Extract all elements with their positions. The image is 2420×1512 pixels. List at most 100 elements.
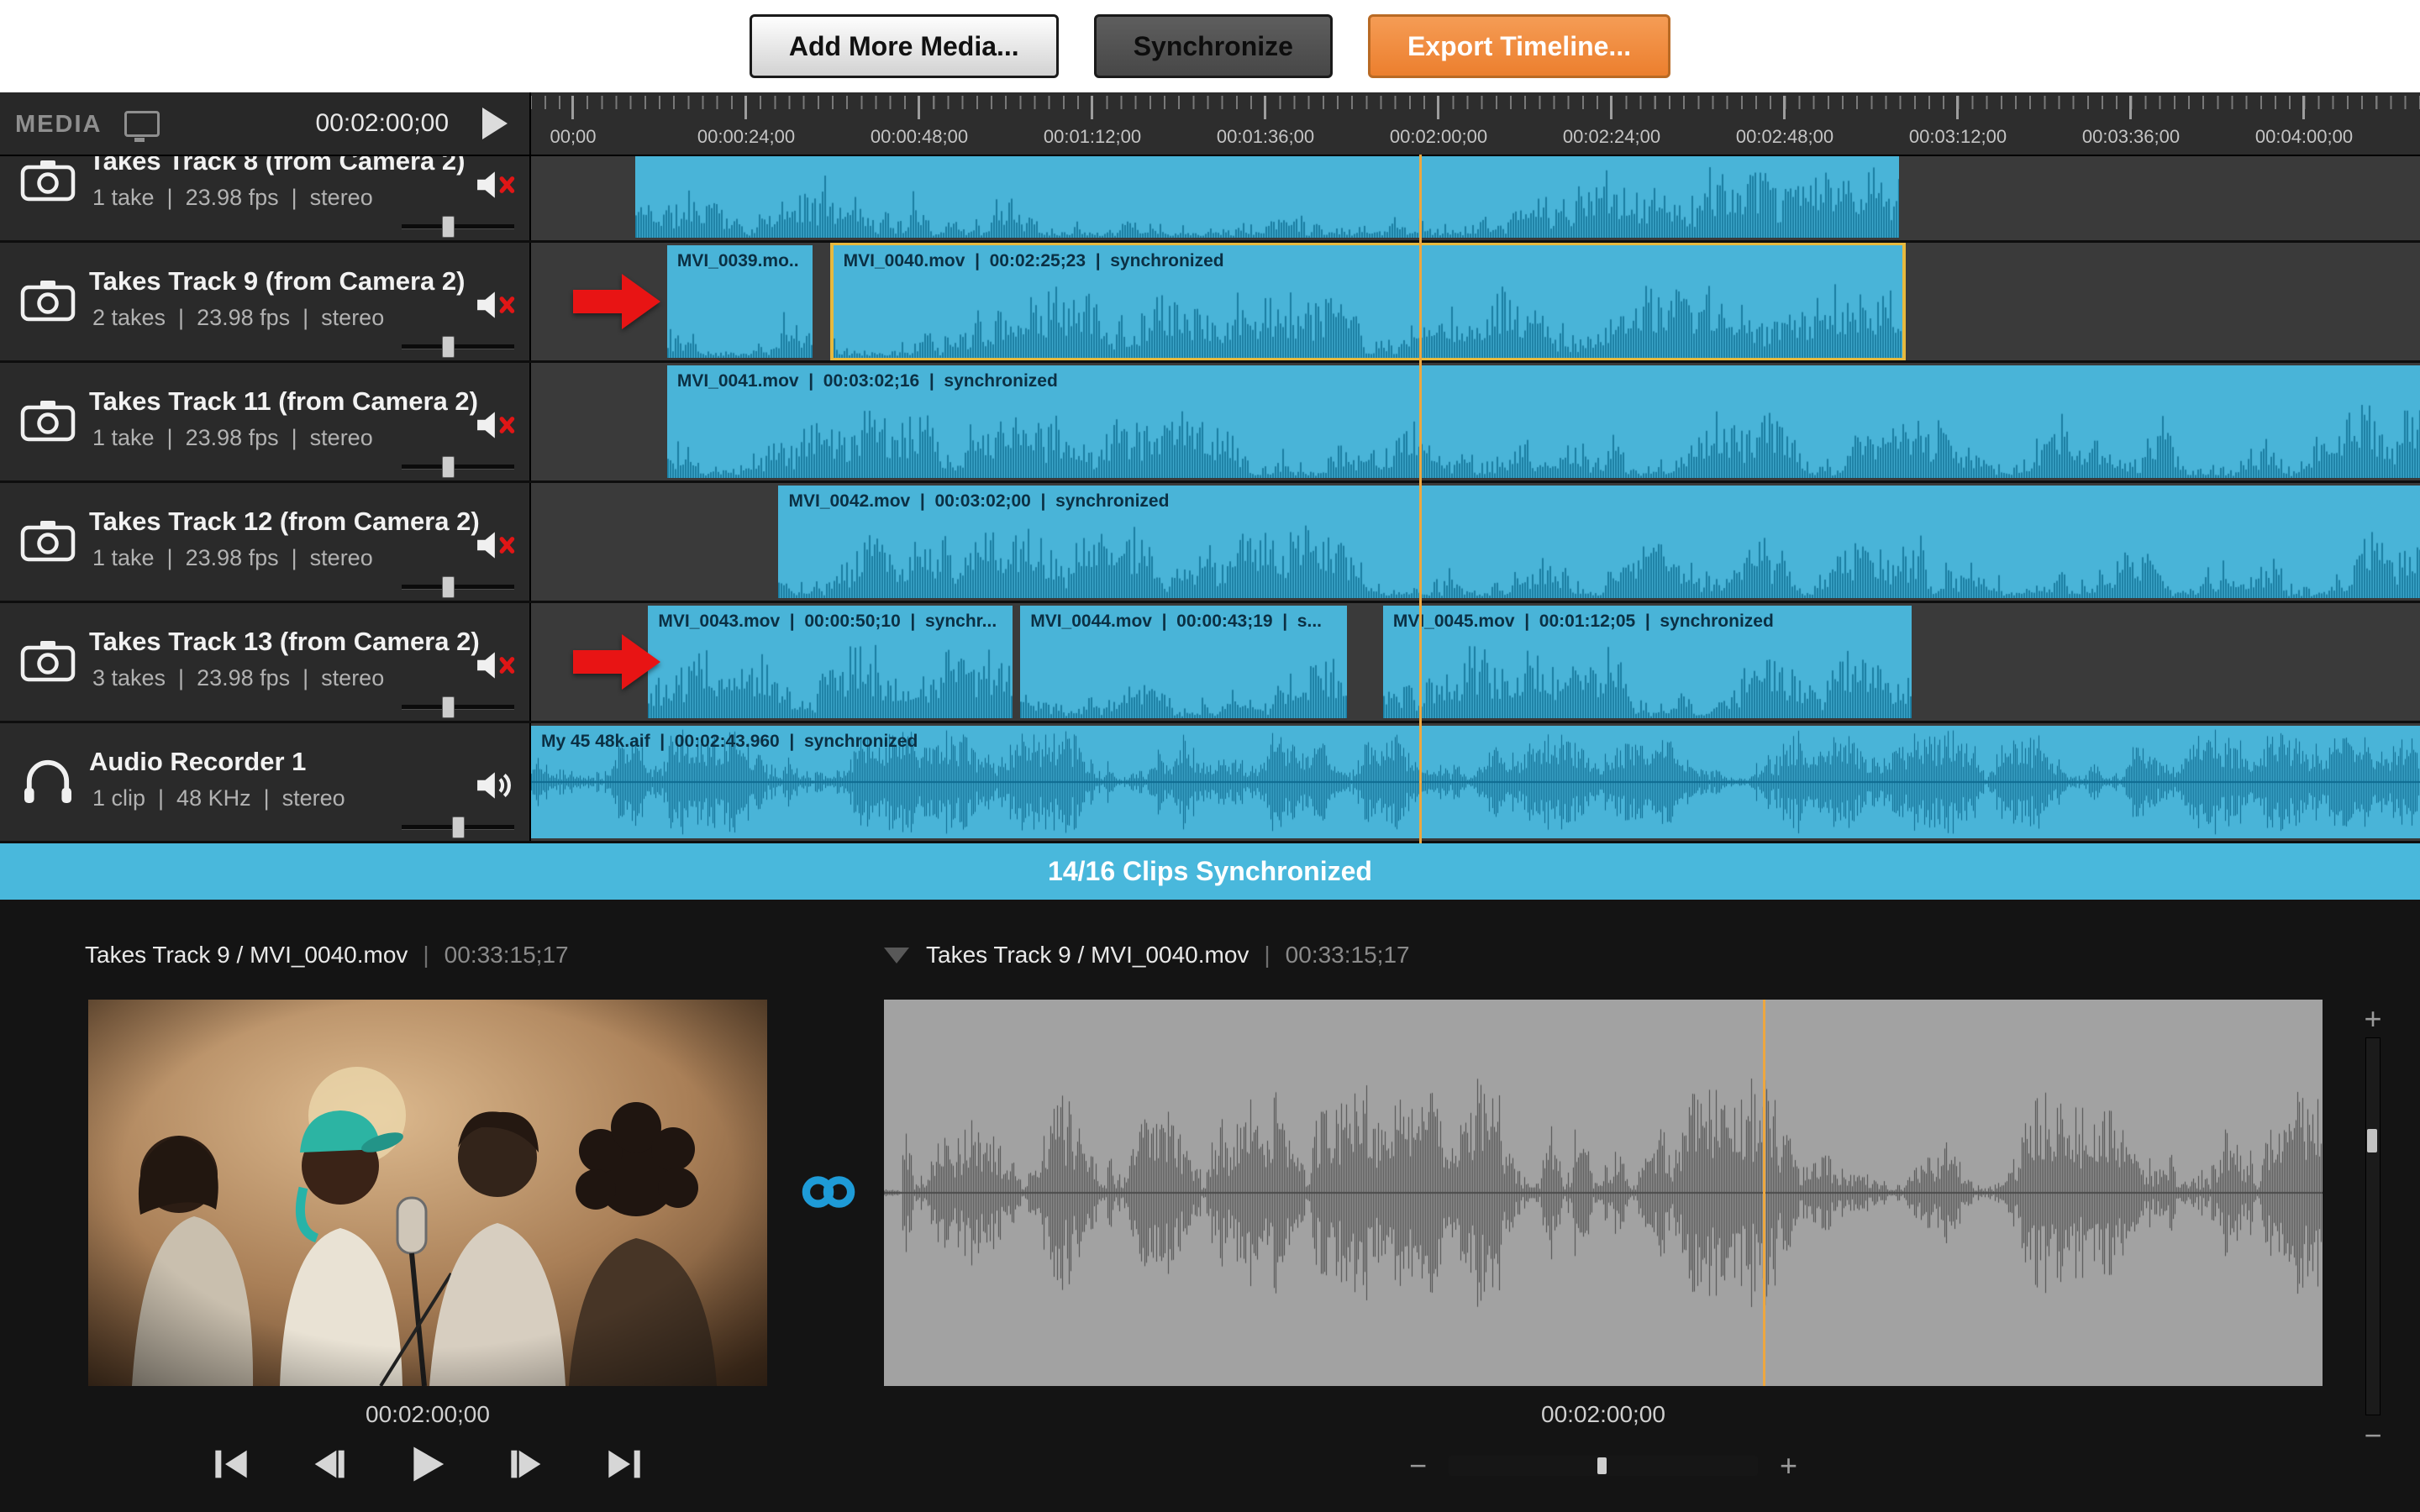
track-details: 2 takes | 23.98 fps | stereo xyxy=(92,305,384,331)
mute-button-active[interactable] xyxy=(476,769,521,802)
track-lane: MVI_0042.mov | 00:03:02;00 | synchronize… xyxy=(531,483,2420,601)
preview-title: Takes Track 9 / MVI_0040.mov xyxy=(85,942,408,969)
track-name: Takes Track 13 (from Camera 2) xyxy=(89,627,480,657)
timeline-clip[interactable]: MVI_0040.mov | 00:02:25;23 | synchronize… xyxy=(834,245,1902,358)
track-name: Takes Track 12 (from Camera 2) xyxy=(89,507,480,537)
track-lane: MVI_0041.mov | 00:03:02;16 | synchronize… xyxy=(531,363,2420,480)
timeline-clip[interactable]: My 45 48k.aif | 00:02:43.960 | synchroni… xyxy=(531,726,2420,838)
top-toolbar: Add More Media... Synchronize Export Tim… xyxy=(0,0,2420,92)
ruler-label: 00:03:36;00 xyxy=(2082,126,2180,148)
track-row: Takes Track 12 (from Camera 2)1 take | 2… xyxy=(0,483,2420,603)
zoom-slider-handle[interactable] xyxy=(1597,1457,1607,1474)
waveform-duration: 00:33:15;17 xyxy=(1286,942,1410,969)
header-separator: | xyxy=(423,942,429,969)
mute-button-muted[interactable] xyxy=(476,288,521,322)
mute-button-muted[interactable] xyxy=(476,408,521,442)
volume-handle[interactable] xyxy=(442,576,455,598)
timeline-clip[interactable]: MVI_0044.mov | 00:00:43;19 | s... xyxy=(1020,606,1347,718)
mute-button-muted[interactable] xyxy=(476,528,521,562)
waveform-view[interactable] xyxy=(884,1000,2323,1386)
volume-slider[interactable] xyxy=(402,455,514,477)
volume-track xyxy=(402,224,514,229)
mute-button-muted[interactable] xyxy=(476,168,521,202)
horizontal-zoom-control: − + xyxy=(884,1447,2323,1484)
clip-label: MVI_0044.mov | 00:00:43;19 | s... xyxy=(1020,606,1347,636)
waveform-canvas xyxy=(884,1000,2323,1386)
track-info: Takes Track 13 (from Camera 2) 3 takes | … xyxy=(0,603,531,721)
timeline-clip[interactable] xyxy=(635,156,1899,238)
camera-icon xyxy=(20,396,76,444)
waveform-timecode: 00:02:00;00 xyxy=(884,1401,2323,1428)
volume-slider[interactable] xyxy=(402,696,514,717)
vertical-zoom-in-button[interactable]: + xyxy=(2364,1004,2381,1032)
track-lane: MVI_0043.mov | 00:00:50;10 | synchr...MV… xyxy=(531,603,2420,721)
track-details: 1 clip | 48 KHz | stereo xyxy=(92,785,345,811)
media-header: MEDIA 00:02:00;00 xyxy=(0,92,531,155)
track-details: 1 take | 23.98 fps | stereo xyxy=(92,425,373,451)
headphones-icon xyxy=(20,757,76,804)
app-window: Add More Media... Synchronize Export Tim… xyxy=(0,0,2420,1512)
export-timeline-button[interactable]: Export Timeline... xyxy=(1368,14,1670,78)
play-button-timeline[interactable] xyxy=(482,108,508,139)
volume-slider[interactable] xyxy=(402,575,514,597)
clip-waveform xyxy=(635,156,1899,238)
ruler-label: 00:01:36;00 xyxy=(1217,126,1314,148)
clip-waveform xyxy=(778,516,2420,598)
mute-button-muted[interactable] xyxy=(476,648,521,682)
volume-track xyxy=(402,344,514,349)
vertical-zoom-slider[interactable] xyxy=(2365,1037,2381,1415)
volume-handle[interactable] xyxy=(442,336,455,358)
volume-slider[interactable] xyxy=(402,335,514,357)
add-more-media-button[interactable]: Add More Media... xyxy=(750,14,1059,78)
track-info: Takes Track 11 (from Camera 2) 1 take | 2… xyxy=(0,363,531,480)
zoom-out-button[interactable]: − xyxy=(1409,1451,1427,1481)
track-info: Takes Track 12 (from Camera 2)1 take | 2… xyxy=(0,483,531,601)
timeline-clip[interactable]: MVI_0039.mo.. xyxy=(667,245,813,358)
collapse-toggle-icon[interactable] xyxy=(884,948,909,963)
red-arrow-annotation xyxy=(573,634,660,690)
waveform-header: Takes Track 9 / MVI_0040.mov | 00:33:15;… xyxy=(884,942,1410,969)
timeline-playhead[interactable] xyxy=(1419,155,1422,843)
vertical-zoom-out-button[interactable]: − xyxy=(2364,1420,2381,1449)
clip-label: MVI_0041.mov | 00:03:02;16 | synchronize… xyxy=(667,365,2420,396)
ruler-label: 00:00:24;00 xyxy=(697,126,795,148)
step-forward-button[interactable] xyxy=(509,1448,544,1480)
timeline-clip[interactable]: MVI_0042.mov | 00:03:02;00 | synchronize… xyxy=(778,486,2420,598)
volume-slider[interactable] xyxy=(402,816,514,837)
camera-icon xyxy=(20,637,76,684)
timeline-ruler[interactable]: 00;0000:00:24;0000:00:48;0000:01:12;0000… xyxy=(531,92,2420,155)
link-icon[interactable] xyxy=(798,1172,859,1212)
volume-handle[interactable] xyxy=(442,456,455,478)
track-details: 3 takes | 23.98 fps | stereo xyxy=(92,665,384,691)
track-list: Takes Track 8 (from Camera 2) 1 take | 23… xyxy=(0,156,2420,843)
volume-handle[interactable] xyxy=(452,816,465,838)
clip-label: My 45 48k.aif | 00:02:43.960 | synchroni… xyxy=(531,726,2420,756)
vertical-zoom-control: + − xyxy=(2351,1004,2395,1449)
track-row: Takes Track 11 (from Camera 2) 1 take | 2… xyxy=(0,363,2420,483)
vertical-zoom-handle[interactable] xyxy=(2367,1129,2377,1152)
timeline-clip[interactable]: MVI_0045.mov | 00:01:12;05 | synchronize… xyxy=(1383,606,1912,718)
header-separator: | xyxy=(1264,942,1270,969)
zoom-in-button[interactable]: + xyxy=(1780,1451,1797,1481)
waveform-playhead[interactable] xyxy=(1763,1000,1765,1386)
go-to-start-button[interactable] xyxy=(213,1448,249,1480)
track-info: Takes Track 8 (from Camera 2)1 take | 23… xyxy=(0,156,531,240)
track-lane: My 45 48k.aif | 00:02:43.960 | synchroni… xyxy=(531,723,2420,841)
go-to-end-button[interactable] xyxy=(607,1448,642,1480)
timeline-clip[interactable]: MVI_0043.mov | 00:00:50;10 | synchr... xyxy=(648,606,1013,718)
zoom-slider[interactable] xyxy=(1449,1456,1758,1476)
step-back-button[interactable] xyxy=(311,1448,346,1480)
volume-handle[interactable] xyxy=(442,216,455,238)
track-name: Takes Track 11 (from Camera 2) xyxy=(89,386,478,417)
timeline-clip[interactable]: MVI_0041.mov | 00:03:02;16 | synchronize… xyxy=(667,365,2420,478)
clip-label: MVI_0039.mo.. xyxy=(667,245,813,276)
preview-timecode: 00:02:00;00 xyxy=(88,1401,767,1428)
clip-label: MVI_0040.mov | 00:02:25;23 | synchronize… xyxy=(834,245,1902,276)
camera-icon xyxy=(20,276,76,323)
volume-handle[interactable] xyxy=(442,696,455,718)
preview-duration: 00:33:15;17 xyxy=(445,942,569,969)
play-button[interactable] xyxy=(408,1445,447,1483)
volume-slider[interactable] xyxy=(402,215,514,237)
track-name: Takes Track 8 (from Camera 2) xyxy=(89,156,465,176)
synchronize-button[interactable]: Synchronize xyxy=(1094,14,1333,78)
